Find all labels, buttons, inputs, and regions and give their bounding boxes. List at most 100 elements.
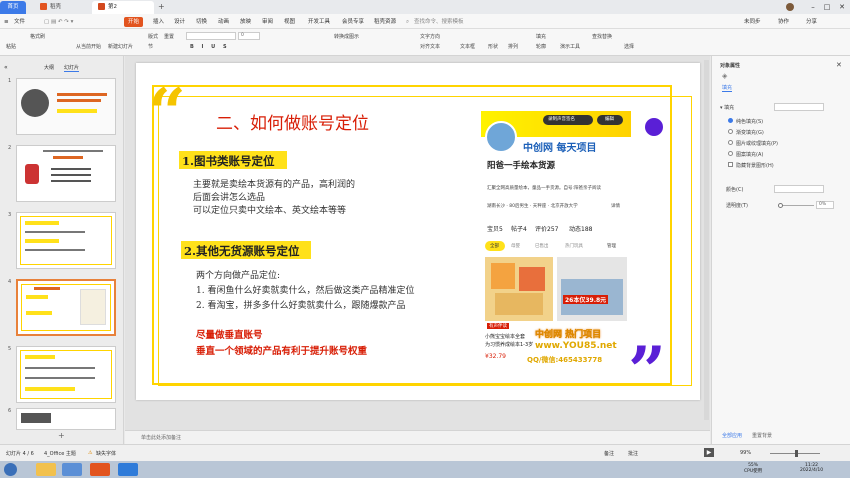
collapse-panel-icon[interactable]: « bbox=[4, 64, 8, 71]
app2-icon[interactable] bbox=[118, 463, 138, 476]
font-size-select[interactable]: 0 bbox=[238, 32, 260, 40]
menu-animation[interactable]: 动画 bbox=[218, 17, 229, 27]
fill-section-header[interactable]: ▾ 填充 bbox=[720, 104, 734, 111]
slide-thumb-2[interactable] bbox=[16, 145, 116, 202]
font-family-select[interactable] bbox=[186, 32, 236, 40]
scrollbar[interactable] bbox=[704, 60, 709, 420]
menu-insert[interactable]: 插入 bbox=[153, 17, 164, 27]
share-button[interactable]: 分享 bbox=[806, 17, 817, 27]
notes-placeholder[interactable]: 单击此处添加备注 bbox=[141, 434, 181, 441]
product-image-2[interactable]: 26本仅39.8元 bbox=[557, 257, 627, 321]
quick-access-icons[interactable]: ▢ ▤ ↶ ↷ ▾ bbox=[44, 17, 73, 27]
reset-button[interactable]: 重置 bbox=[164, 33, 174, 40]
menu-file[interactable]: 文件 bbox=[14, 17, 25, 27]
transparency-input[interactable]: 0% bbox=[816, 201, 834, 209]
sync-status[interactable]: 未同步 bbox=[744, 17, 761, 27]
menu-home[interactable]: 开始 bbox=[124, 17, 144, 27]
zoom-level[interactable]: 99% bbox=[740, 450, 751, 456]
tab-home[interactable]: 首页 bbox=[0, 1, 26, 14]
option-picture-fill[interactable]: 图片或纹理填充(P) bbox=[736, 140, 778, 147]
maximize-icon[interactable]: □ bbox=[820, 1, 834, 13]
checkbox-hide-bg[interactable] bbox=[728, 162, 733, 167]
presentation-tools-button[interactable]: 演示工具 bbox=[560, 43, 580, 50]
find-replace-button[interactable]: 查找替换 bbox=[592, 33, 612, 40]
tab-document[interactable]: 第2课：.ppt✕ bbox=[92, 1, 154, 23]
transparency-slider-thumb[interactable] bbox=[778, 203, 783, 208]
section1-line-1[interactable]: 主要就是卖绘本货源有的产品，高利润的 bbox=[193, 179, 355, 192]
add-slide-icon[interactable]: + bbox=[58, 431, 65, 440]
fill-type-select[interactable] bbox=[774, 103, 824, 111]
notes-pane[interactable]: 单击此处添加备注 bbox=[125, 430, 710, 444]
stat-items[interactable]: 宝贝5 bbox=[487, 224, 503, 233]
radio-solid-fill[interactable] bbox=[728, 118, 733, 123]
phone-screenshot[interactable]: 录制声音签名 编辑 中创网 每天项目 阳爸一手绘本货源 汇聚全网高质量绘本，童品… bbox=[481, 111, 631, 373]
missing-font[interactable]: 缺失字体 bbox=[96, 450, 116, 457]
new-tab-icon[interactable]: + bbox=[158, 2, 165, 11]
menu-transition[interactable]: 切换 bbox=[196, 17, 207, 27]
apply-all-button[interactable]: 全部应用 bbox=[722, 432, 742, 439]
option-gradient-fill[interactable]: 渐变填充(G) bbox=[736, 129, 764, 136]
stat-activity[interactable]: 动态188 bbox=[569, 224, 592, 233]
transparency-slider[interactable] bbox=[778, 205, 814, 206]
reset-background-button[interactable]: 重置背景 bbox=[752, 432, 772, 439]
radio-picture-fill[interactable] bbox=[728, 140, 733, 145]
notes-toggle[interactable]: 备注 bbox=[604, 450, 614, 457]
arrange-button[interactable]: 排列 bbox=[508, 43, 518, 50]
start-icon[interactable] bbox=[4, 463, 17, 476]
explorer-icon[interactable] bbox=[36, 463, 56, 476]
app-icon[interactable] bbox=[62, 463, 82, 476]
paste-button[interactable]: 粘贴 bbox=[6, 43, 16, 50]
slide-thumb-1[interactable] bbox=[16, 78, 116, 135]
section2-line-1[interactable]: 1. 看闲鱼什么好卖就卖什么，然后做这类产品精准定位 bbox=[196, 283, 414, 296]
slide-thumb-6[interactable] bbox=[16, 408, 116, 430]
menu-member[interactable]: 会员专享 bbox=[342, 17, 364, 27]
section1-line-2[interactable]: 后面会讲怎么选品 bbox=[193, 192, 265, 205]
clock[interactable]: 11:22 2022/4/10 bbox=[800, 463, 823, 473]
fill-button[interactable]: 填充 bbox=[536, 33, 546, 40]
section2-line-2[interactable]: 2. 看淘宝，拼多多什么好卖就卖什么，跟随爆款产品 bbox=[196, 298, 405, 311]
shapes-button[interactable]: 形状 bbox=[488, 43, 498, 50]
search-command[interactable]: 查找命令、搜索模板 bbox=[414, 17, 464, 27]
edit-profile-button[interactable]: 编辑 bbox=[597, 115, 623, 125]
tab-outline[interactable]: 大纲 bbox=[44, 64, 54, 71]
text-box-button[interactable]: 文本框 bbox=[460, 43, 475, 50]
filter-baby[interactable]: 母婴 bbox=[511, 243, 520, 249]
play-slideshow-icon[interactable]: ▶ bbox=[704, 448, 714, 457]
slide-thumb-3[interactable] bbox=[16, 212, 116, 269]
slide-thumb-5[interactable] bbox=[16, 346, 116, 403]
product-image-1[interactable] bbox=[485, 257, 553, 321]
slide-title[interactable]: 二、如何做账号定位 bbox=[216, 109, 369, 134]
panel-close-icon[interactable]: ✕ bbox=[836, 61, 842, 69]
comments-toggle[interactable]: 批注 bbox=[628, 450, 638, 457]
play-from-current-button[interactable]: 从当前开始 bbox=[76, 43, 101, 50]
zoom-slider-thumb[interactable] bbox=[795, 450, 798, 457]
filter-toys[interactable]: 热门玩具 bbox=[565, 243, 583, 249]
align-text-button[interactable]: 对齐文本 bbox=[420, 43, 440, 50]
radio-pattern-fill[interactable] bbox=[728, 151, 733, 156]
emphasis-line-1[interactable]: 尽量做垂直账号 bbox=[196, 327, 263, 341]
tab-docer[interactable]: 稻壳 bbox=[34, 1, 90, 14]
menu-docer-res[interactable]: 稻壳资源 bbox=[374, 17, 396, 27]
minimize-icon[interactable]: – bbox=[806, 1, 820, 13]
collab-button[interactable]: 协作 bbox=[778, 17, 789, 27]
emphasis-line-2[interactable]: 垂直一个领域的产品有利于提升账号权重 bbox=[196, 343, 367, 357]
stat-reviews[interactable]: 评价257 bbox=[535, 224, 558, 233]
option-hide-bg[interactable]: 隐藏背景图形(H) bbox=[736, 162, 774, 169]
color-picker[interactable] bbox=[774, 185, 824, 193]
avatar[interactable] bbox=[786, 3, 794, 11]
new-slide-button[interactable]: 新建幻灯片 bbox=[108, 43, 133, 50]
filter-all[interactable]: 全部 bbox=[485, 241, 505, 251]
convert-smartart-button[interactable]: 转换成图示 bbox=[334, 33, 359, 40]
menu-design[interactable]: 设计 bbox=[174, 17, 185, 27]
text-direction-button[interactable]: 文字方向 bbox=[420, 33, 440, 40]
section2-intro[interactable]: 两个方向做产品定位: bbox=[196, 268, 280, 281]
record-signature-button[interactable]: 录制声音签名 bbox=[543, 115, 593, 125]
select-button[interactable]: 选择 bbox=[624, 43, 634, 50]
slide[interactable]: “ ” 二、如何做账号定位 1.图书类账号定位 主要就是卖绘本货源有的产品，高利… bbox=[136, 63, 700, 404]
filter-manage[interactable]: 管理 bbox=[607, 243, 616, 249]
section2-heading[interactable]: 2.其他无货源账号定位 bbox=[184, 243, 300, 259]
menu-developer[interactable]: 开发工具 bbox=[308, 17, 330, 27]
layout-button[interactable]: 版式 bbox=[148, 33, 158, 40]
menu-slideshow[interactable]: 放映 bbox=[240, 17, 251, 27]
outline-button[interactable]: 轮廓 bbox=[536, 43, 546, 50]
